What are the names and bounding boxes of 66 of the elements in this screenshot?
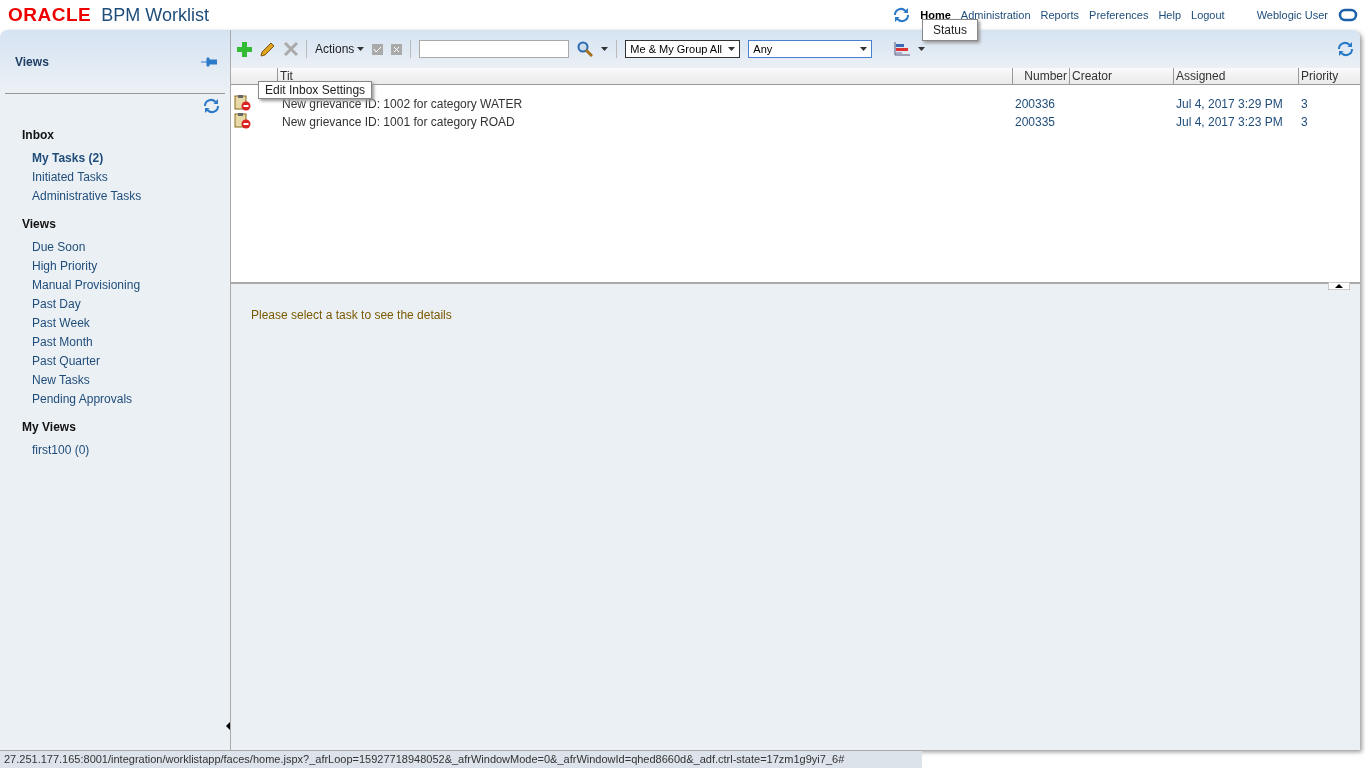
table-cell[interactable]: New grievance ID: 1002 for category WATER bbox=[277, 97, 1012, 111]
pin-icon[interactable] bbox=[201, 56, 217, 67]
nav-link[interactable]: Administration bbox=[960, 9, 1031, 21]
section-heading: My Views bbox=[22, 420, 77, 434]
app-title: BPM Worklist bbox=[101, 4, 209, 26]
approve-icon[interactable] bbox=[372, 43, 384, 55]
status-dropdown[interactable]: Any bbox=[748, 40, 873, 58]
section-heading: Inbox bbox=[22, 128, 55, 142]
task-icon bbox=[234, 94, 252, 111]
tooltip: Edit Inbox Settings bbox=[258, 81, 373, 99]
nav-link[interactable]: Home bbox=[920, 9, 951, 21]
caret-icon bbox=[918, 47, 926, 51]
caret-icon bbox=[728, 47, 736, 51]
nav-link[interactable]: Reports bbox=[1040, 9, 1080, 21]
column-header[interactable]: Assigned bbox=[1173, 68, 1298, 84]
caret-icon bbox=[860, 47, 868, 51]
view-link[interactable]: Past Day bbox=[22, 297, 230, 311]
table-cell[interactable]: New grievance ID: 1001 for category ROAD bbox=[277, 115, 1012, 129]
add-icon[interactable] bbox=[237, 41, 252, 57]
expand-icon[interactable] bbox=[1328, 282, 1350, 290]
view-link[interactable]: Manual Provisioning bbox=[22, 278, 230, 292]
nav-link[interactable]: Logout bbox=[1191, 9, 1225, 21]
caret-icon bbox=[601, 47, 609, 51]
chart-icon[interactable] bbox=[894, 42, 911, 56]
column-header[interactable]: Number bbox=[1012, 68, 1069, 84]
details-message: Please select a task to see the details bbox=[251, 308, 452, 322]
refresh-icon[interactable] bbox=[1337, 41, 1354, 57]
refresh-icon[interactable] bbox=[893, 7, 911, 23]
view-link[interactable]: first100 (0) bbox=[22, 443, 230, 457]
collapse-icon[interactable] bbox=[226, 722, 230, 730]
column-header[interactable]: Priority bbox=[1298, 68, 1353, 84]
view-link[interactable]: Due Soon bbox=[22, 240, 230, 254]
table-cell-text: Jul 4, 2017 3:23 PM bbox=[1175, 115, 1284, 129]
table-cell-text: Jul 4, 2017 3:29 PM bbox=[1175, 97, 1284, 111]
pencil-icon[interactable] bbox=[260, 41, 276, 57]
assignee-dropdown[interactable]: Me & My Group All bbox=[625, 40, 741, 58]
view-link[interactable]: Past Month bbox=[22, 335, 230, 349]
oracle-logo: ORACLE bbox=[8, 4, 92, 26]
tooltip: Status bbox=[922, 19, 979, 41]
view-link[interactable]: Pending Approvals bbox=[22, 392, 230, 406]
nav-link[interactable]: Preferences bbox=[1089, 9, 1149, 21]
reject-icon[interactable] bbox=[391, 43, 403, 55]
ring-logo-icon bbox=[1338, 8, 1358, 22]
table-cell-text: 3 bbox=[1300, 115, 1309, 129]
table-cell-text: 3 bbox=[1300, 97, 1309, 111]
user-link[interactable]: Weblogic User bbox=[1256, 9, 1328, 21]
table-cell[interactable]: 200336 bbox=[1012, 97, 1069, 111]
task-icon bbox=[234, 112, 252, 129]
refresh-icon[interactable] bbox=[203, 98, 220, 114]
view-link[interactable]: Past Quarter bbox=[22, 354, 230, 368]
nav-link[interactable]: Help bbox=[1158, 9, 1181, 21]
view-link[interactable]: New Tasks bbox=[22, 373, 230, 387]
status-bar-url: 27.251.177.165:8001/integration/worklistapp/faces/home.jspx?_afrLoop=15927718948052&_afrWindowMode=0&_afrWindowId=qhed8660d&_adf.ctrl-state=17zm1g9yi7_6# bbox=[0, 750, 922, 768]
column-header[interactable]: Creator bbox=[1069, 68, 1173, 84]
actions-menu[interactable]: Actions bbox=[315, 42, 365, 56]
view-link[interactable]: Initiated Tasks bbox=[22, 170, 230, 184]
search-field[interactable] bbox=[419, 40, 570, 58]
view-link[interactable]: High Priority bbox=[22, 259, 230, 273]
section-heading: Views bbox=[22, 217, 57, 231]
view-link[interactable]: Administrative Tasks bbox=[22, 189, 230, 203]
view-link[interactable]: My Tasks (2) bbox=[22, 151, 230, 165]
search-icon[interactable] bbox=[577, 41, 594, 57]
table-cell[interactable]: 200335 bbox=[1012, 115, 1069, 129]
sidebar-title: Views bbox=[15, 54, 49, 69]
view-link[interactable]: Past Week bbox=[22, 316, 230, 330]
caret-icon bbox=[357, 47, 365, 51]
